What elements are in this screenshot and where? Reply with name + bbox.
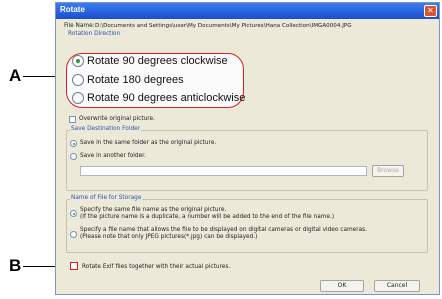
same-filename-line1: Specify the same file name as the origin… [80, 207, 227, 213]
ok-button[interactable]: OK [320, 280, 364, 292]
callout-b-label: B [9, 256, 22, 275]
callout-a-label: A [9, 66, 22, 85]
camera-filename-radio[interactable] [70, 231, 77, 238]
rotate-90-acw-radio[interactable] [72, 92, 84, 104]
save-same-folder-radio[interactable] [70, 140, 77, 147]
rotate-90-cw-radio[interactable] [72, 55, 84, 67]
close-icon: ✕ [427, 6, 434, 15]
save-same-folder-label: Save in the same folder as the original … [80, 140, 217, 146]
save-another-folder-radio[interactable] [70, 153, 77, 160]
save-another-folder-label: Save in another folder. [80, 153, 146, 159]
rotate-180-label: Rotate 180 degrees [87, 74, 184, 86]
title-bar[interactable]: Rotate ✕ [56, 3, 439, 19]
rotate-exif-label: Rotate Exif files together with their ac… [82, 264, 231, 270]
rotate-180-radio[interactable] [72, 74, 84, 86]
camera-filename-line1: Specify a file name that allows the file… [80, 227, 368, 233]
rotate-90-cw-label: Rotate 90 degrees clockwise [87, 55, 228, 67]
overwrite-checkbox[interactable] [69, 116, 76, 123]
file-name-label: File Name: [64, 23, 95, 29]
close-button[interactable]: ✕ [424, 5, 437, 17]
same-filename-radio[interactable] [70, 210, 77, 217]
camera-filename-line2: (Please note that only JPEG pictures(*.j… [80, 234, 258, 240]
rotate-exif-checkbox[interactable] [70, 262, 78, 270]
same-filename-line2: (If the picture name is a duplicate, a n… [80, 214, 335, 220]
browse-button[interactable]: Browse [372, 165, 404, 177]
rotate-dialog: Rotate ✕ File Name: D:\Documents and Set… [55, 2, 440, 295]
overwrite-label: Overwrite original picture. [79, 116, 155, 122]
folder-path-input[interactable] [80, 166, 367, 176]
dialog-title: Rotate [60, 5, 85, 14]
cancel-button[interactable]: Cancel [374, 280, 420, 292]
file-name-value: D:\Documents and Settings\user\My Docume… [95, 23, 352, 29]
file-storage-title: Name of File for Storage [70, 195, 143, 201]
rotation-direction-title: Rotation Direction [67, 31, 122, 37]
save-destination-title: Save Destination Folder [70, 126, 142, 132]
rotate-90-acw-label: Rotate 90 degrees anticlockwise [87, 92, 246, 104]
